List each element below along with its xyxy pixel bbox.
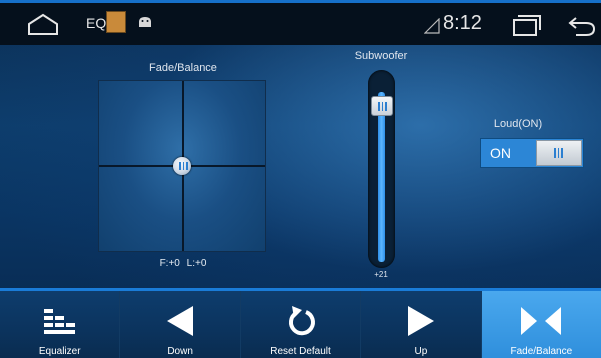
tab-reset-default[interactable]: Reset Default [240, 291, 362, 358]
tab-down[interactable]: Down [120, 291, 241, 358]
subwoofer-slider-fill [378, 92, 385, 262]
loud-title: Loud(ON) [493, 118, 543, 130]
back-icon[interactable] [568, 16, 596, 41]
fade-balance-title: Fade/Balance [149, 62, 217, 74]
fade-value: F:+0 [159, 258, 180, 269]
tab-down-label: Down [167, 346, 193, 357]
eq-screen: EQ 8:12 Fade/Balance F:+0 L:+0 Subwoofer… [0, 0, 601, 358]
fade-balance-icon [482, 304, 601, 338]
loud-toggle-label: ON [490, 145, 511, 161]
triangle-right-icon [361, 304, 480, 338]
slider-grip-icon [378, 102, 387, 111]
bottom-tab-bar: Equalizer Down Reset Default Up Fade/Bal… [0, 288, 601, 358]
balance-value: L:+0 [186, 258, 207, 269]
subwoofer-value: +21 [374, 270, 388, 279]
loud-toggle[interactable]: ON [480, 138, 584, 168]
subwoofer-slider-thumb[interactable] [371, 96, 393, 116]
triangle-left-icon [120, 304, 239, 338]
recent-apps-icon[interactable] [512, 14, 542, 41]
signal-icon [423, 17, 440, 39]
fade-balance-knob[interactable] [173, 157, 191, 175]
tab-up[interactable]: Up [361, 291, 482, 358]
tab-fade-balance[interactable]: Fade/Balance [481, 291, 601, 358]
reset-icon [241, 304, 360, 338]
tab-fade-balance-label: Fade/Balance [510, 346, 573, 357]
tab-equalizer-label: Equalizer [38, 346, 81, 357]
knob-grip-icon [179, 162, 188, 170]
fade-balance-values: F:+0 L:+0 [100, 258, 266, 269]
loud-toggle-thumb[interactable] [536, 140, 582, 166]
android-debug-icon [138, 15, 152, 33]
tab-up-label: Up [414, 346, 428, 357]
status-bar: EQ 8:12 [0, 0, 601, 45]
fade-balance-pad[interactable] [98, 80, 266, 252]
equalizer-icon [0, 304, 119, 338]
tab-reset-default-label: Reset Default [270, 346, 331, 357]
clock: 8:12 [443, 12, 482, 34]
app-thumbnail-icon [106, 11, 126, 33]
subwoofer-title: Subwoofer [354, 50, 408, 62]
home-icon[interactable] [26, 12, 60, 41]
app-label: EQ [86, 15, 107, 31]
tab-equalizer[interactable]: Equalizer [0, 291, 121, 358]
toggle-grip-icon [554, 148, 563, 158]
